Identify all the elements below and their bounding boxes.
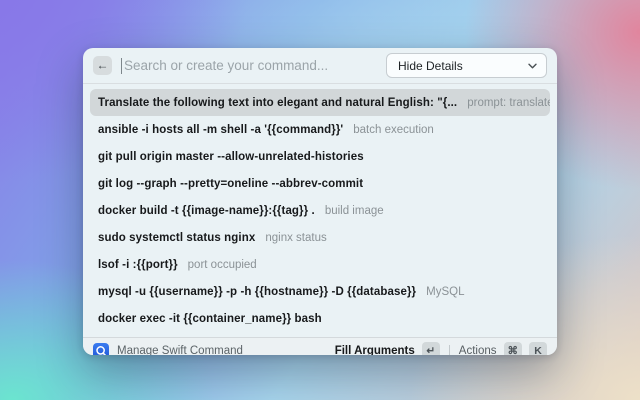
command-row-translate[interactable]: Translate the following text into elegan… <box>90 89 550 116</box>
command-text: git pull origin master --allow-unrelated… <box>98 151 364 163</box>
command-text: sudo systemctl status nginx <box>98 232 255 244</box>
command-list: Translate the following text into elegan… <box>83 84 557 337</box>
return-icon: ↵ <box>426 345 435 356</box>
command-row-git-pull[interactable]: git pull origin master --allow-unrelated… <box>90 143 550 170</box>
back-button[interactable]: ← <box>93 56 112 75</box>
swift-command-window: ← Hide Details Translate the following t… <box>83 48 557 355</box>
command-text: docker exec -it {{container_name}} bash <box>98 313 322 325</box>
command-row-mysql[interactable]: mysql -u {{username}} -p -h {{hostname}}… <box>90 278 550 305</box>
command-row-docker-exec[interactable]: docker exec -it {{container_name}} bash <box>90 305 550 332</box>
cmd-key-badge[interactable]: ⌘ <box>504 342 523 355</box>
command-text: mysql -u {{username}} -p -h {{hostname}}… <box>98 286 416 298</box>
actions-button[interactable]: Actions <box>459 345 497 356</box>
command-text: ansible -i hosts all -m shell -a '{{comm… <box>98 124 343 136</box>
command-description: build image <box>325 205 384 217</box>
footer-bar: Manage Swift Command Fill Arguments ↵ Ac… <box>83 337 557 355</box>
details-dropdown-value: Hide Details <box>398 59 528 73</box>
footer-left: Manage Swift Command <box>93 343 335 356</box>
command-row-lsof-port[interactable]: lsof -i :{{port}} port occupied <box>90 251 550 278</box>
chevron-down-icon <box>528 63 537 69</box>
command-description: MySQL <box>426 286 464 298</box>
footer-app-name: Manage Swift Command <box>117 345 243 356</box>
search-bar: ← Hide Details <box>83 48 557 84</box>
command-row-ansible[interactable]: ansible -i hosts all -m shell -a '{{comm… <box>90 116 550 143</box>
command-description: batch execution <box>353 124 434 136</box>
details-dropdown[interactable]: Hide Details <box>386 53 547 78</box>
command-text: git log --graph --pretty=oneline --abbre… <box>98 178 363 190</box>
command-row-docker-build[interactable]: docker build -t {{image-name}}:{{tag}} .… <box>90 197 550 224</box>
command-description: prompt: translate the clipboard text int… <box>467 97 550 109</box>
footer-divider <box>449 345 450 356</box>
desktop-background: ← Hide Details Translate the following t… <box>0 0 640 400</box>
back-arrow-icon: ← <box>97 56 109 75</box>
command-text: docker build -t {{image-name}}:{{tag}} . <box>98 205 315 217</box>
command-description: nginx status <box>265 232 326 244</box>
command-text: lsof -i :{{port}} <box>98 259 178 271</box>
k-key-badge[interactable]: K <box>529 342 547 355</box>
command-description: port occupied <box>188 259 257 271</box>
enter-key-badge[interactable]: ↵ <box>422 342 440 355</box>
command-key-icon: ⌘ <box>508 345 519 356</box>
command-row-git-log[interactable]: git log --graph --pretty=oneline --abbre… <box>90 170 550 197</box>
search-input[interactable] <box>122 58 386 73</box>
command-text: Translate the following text into elegan… <box>98 97 457 109</box>
footer-right: Fill Arguments ↵ Actions ⌘ K <box>335 342 547 355</box>
fill-arguments-button[interactable]: Fill Arguments <box>335 345 415 356</box>
command-row-systemctl-nginx[interactable]: sudo systemctl status nginx nginx status <box>90 224 550 251</box>
k-key-label: K <box>534 345 542 356</box>
swift-command-app-icon <box>93 343 109 356</box>
